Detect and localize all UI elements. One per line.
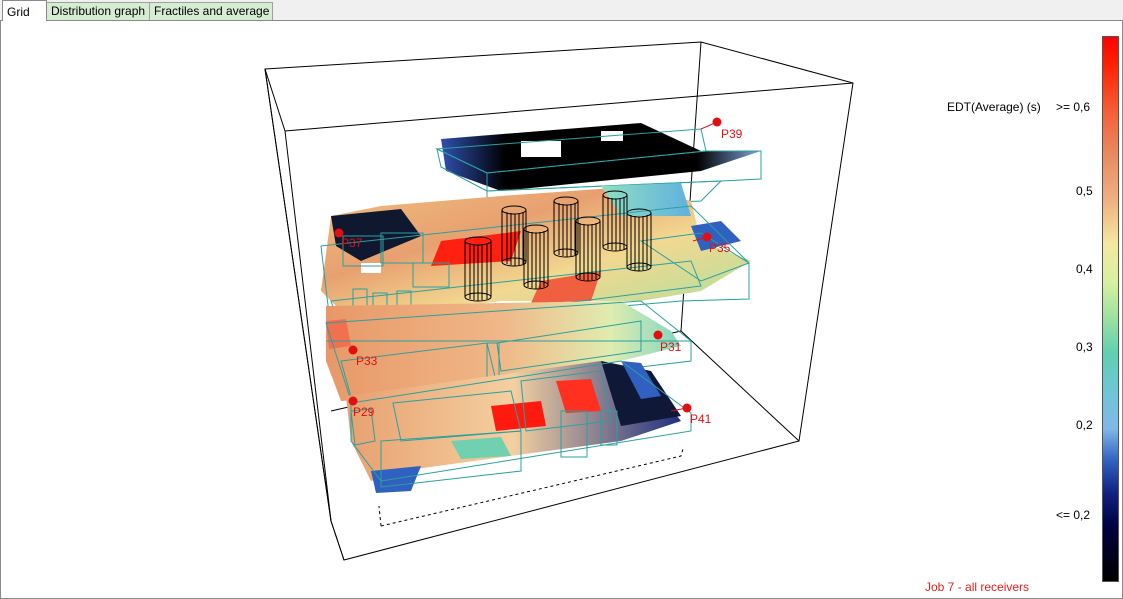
color-scale-tick-0-5: 0,5: [1076, 184, 1093, 198]
tab-strip: Grid Distribution graph Fractiles and av…: [0, 0, 1123, 21]
color-scale-max-label: >= 0,6: [1056, 100, 1091, 114]
grid-panel: P39 P35 P31 P33 P29 P41 P37 EDT(Average)…: [0, 20, 1123, 599]
tab-grid[interactable]: Grid: [2, 0, 47, 21]
color-scale-title: EDT(Average) (s): [947, 100, 1041, 114]
color-scale-tick-0-4: 0,4: [1076, 262, 1093, 276]
color-scale-tick-0-3: 0,3: [1076, 340, 1093, 354]
receiver-p39[interactable]: P39: [700, 117, 743, 142]
receiver-label-p39: P39: [721, 127, 743, 141]
tab-distribution-graph[interactable]: Distribution graph: [46, 2, 150, 20]
receiver-label-p31: P31: [660, 340, 682, 354]
job-caption: Job 7 - all receivers: [925, 580, 1030, 594]
receiver-label-p37: P37: [341, 236, 363, 250]
receiver-label-p33: P33: [356, 354, 378, 368]
color-scale-bar: [1102, 36, 1119, 582]
receiver-label-p35: P35: [709, 241, 731, 255]
receiver-label-p41: P41: [690, 412, 712, 426]
color-scale-min-label: <= 0,2: [1056, 508, 1091, 522]
color-scale-tick-0-2: 0,2: [1076, 418, 1093, 432]
tab-fractiles-and-average[interactable]: Fractiles and average: [149, 2, 273, 20]
receiver-label-p29: P29: [353, 405, 375, 419]
